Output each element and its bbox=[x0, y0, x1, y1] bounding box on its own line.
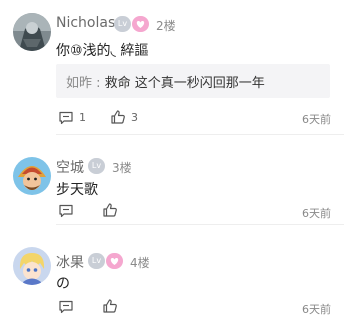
comment-item-3: 冰果 Lv 4楼 の 6天前 bbox=[0, 225, 344, 324]
comment-icon[interactable] bbox=[58, 110, 74, 126]
reply-author[interactable]: 如昨 bbox=[66, 76, 92, 91]
like-count: 3 bbox=[131, 111, 138, 124]
reply-content: 救命 这个真一秒闪回那一年 bbox=[104, 76, 265, 91]
reply-preview[interactable]: 如昨 : 救命 这个真一秒闪回那一年 bbox=[56, 64, 330, 98]
comment-text[interactable]: 你⑩浅的◟ 綷謳 bbox=[56, 40, 148, 60]
avatar-image bbox=[13, 13, 51, 51]
avatar[interactable] bbox=[13, 157, 51, 195]
comment-count: 1 bbox=[79, 111, 86, 124]
comment-text[interactable]: の bbox=[56, 273, 70, 293]
comment-icon[interactable] bbox=[58, 203, 74, 219]
comment-item-1: Nicholas Lv 2楼 你⑩浅的◟ 綷謳 如昨 : 救命 这个真一秒闪回那… bbox=[0, 0, 344, 135]
username[interactable]: Nicholas bbox=[56, 15, 115, 31]
thumbs-up-icon[interactable] bbox=[110, 109, 126, 125]
timestamp: 6天前 bbox=[302, 207, 331, 220]
reply-separator: : bbox=[92, 76, 105, 91]
timestamp: 6天前 bbox=[302, 113, 331, 126]
avatar[interactable] bbox=[13, 13, 51, 51]
timestamp: 6天前 bbox=[302, 303, 331, 316]
avatar-image bbox=[13, 247, 51, 285]
level-badge: Lv bbox=[88, 253, 105, 269]
comment-item-2: 空城 Lv 3楼 步天歌 6天前 bbox=[0, 135, 344, 225]
heart-badge-icon bbox=[106, 253, 123, 269]
level-badge: Lv bbox=[114, 16, 131, 32]
comment-icon[interactable] bbox=[58, 299, 74, 315]
level-badge: Lv bbox=[88, 158, 105, 174]
floor-number: 3楼 bbox=[112, 161, 132, 175]
thumbs-up-icon[interactable] bbox=[102, 298, 118, 314]
avatar-image bbox=[13, 157, 51, 195]
username[interactable]: 冰果 bbox=[56, 252, 84, 272]
thumbs-up-icon[interactable] bbox=[102, 202, 118, 218]
comment-text[interactable]: 步天歌 bbox=[56, 179, 98, 199]
avatar[interactable] bbox=[13, 247, 51, 285]
heart-badge-icon bbox=[132, 16, 149, 32]
floor-number: 2楼 bbox=[156, 19, 176, 33]
reply-text-line: 如昨 : 救命 这个真一秒闪回那一年 bbox=[66, 72, 265, 91]
username[interactable]: 空城 bbox=[56, 157, 84, 177]
floor-number: 4楼 bbox=[130, 256, 150, 270]
